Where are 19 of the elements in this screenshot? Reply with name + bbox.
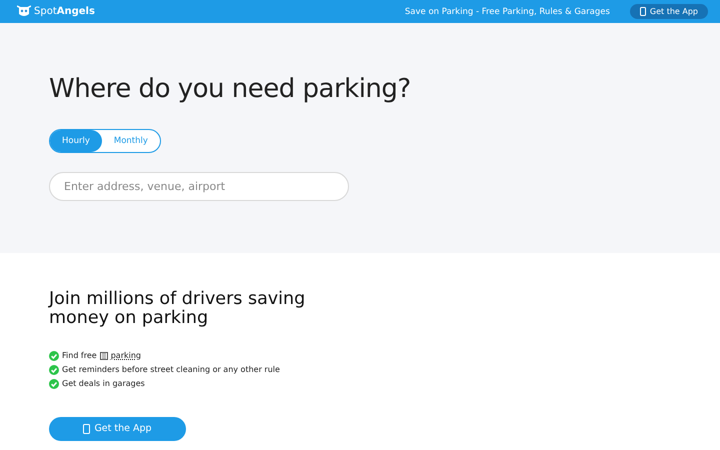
logo-icon [17,5,31,18]
check-icon [49,350,59,360]
feature-text: Get reminders before street cleaning or any other rule [62,365,280,374]
phone-icon [83,424,90,434]
mode-tab[interactable]: Hourly [50,130,102,152]
phone-icon [640,7,646,16]
get-app-button[interactable]: Get the App [630,4,708,19]
logo-text[interactable]: SpotAngels [34,6,95,17]
search-field[interactable]: Enter address, venue, airport [49,172,349,201]
feature-text: Get deals in garages [62,379,145,388]
mode-tab[interactable]: Monthly [102,130,160,152]
tagline-link[interactable]: Save on Parking - Free Parking, Rules & Garages [404,6,610,16]
get-app-button[interactable]: Get the App [49,416,186,440]
promo-title: Join millions of drivers saving money on parking [49,290,306,328]
feature-text: Find free [62,351,97,360]
check-icon [49,378,59,388]
parking-link[interactable]: parking [110,351,141,360]
hero-title: Where do you need parking? [49,74,412,104]
check-icon [49,364,59,374]
